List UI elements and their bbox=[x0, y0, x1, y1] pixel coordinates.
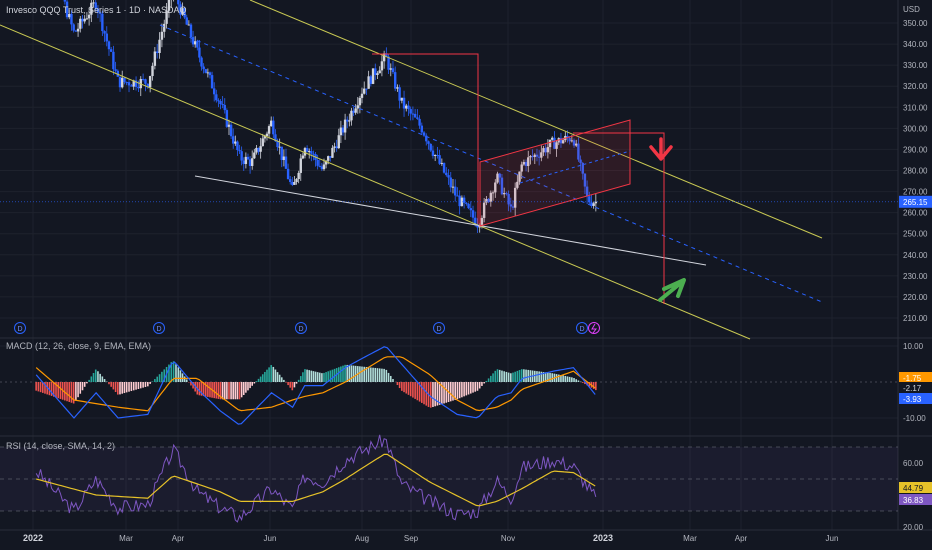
price-tick: 300.00 bbox=[903, 124, 928, 133]
price-tick: 350.00 bbox=[903, 19, 928, 28]
svg-text:D: D bbox=[436, 326, 441, 333]
svg-text:D: D bbox=[298, 326, 303, 333]
last-price-label: 265.15 bbox=[903, 198, 928, 207]
macd-readout: -1.75 bbox=[903, 374, 922, 383]
price-tick: 310.00 bbox=[903, 103, 928, 112]
price-tick: 230.00 bbox=[903, 272, 928, 281]
price-tick: 270.00 bbox=[903, 188, 928, 197]
candle bbox=[225, 108, 229, 128]
time-tick: Aug bbox=[355, 534, 369, 543]
time-tick: Mar bbox=[119, 534, 133, 543]
price-tick: 330.00 bbox=[903, 61, 928, 70]
time-tick: Apr bbox=[735, 534, 748, 543]
macd-readout: -3.93 bbox=[903, 395, 922, 404]
candle bbox=[371, 68, 375, 85]
price-tick: 250.00 bbox=[903, 230, 928, 239]
time-tick: Nov bbox=[501, 534, 515, 543]
price-tick: 320.00 bbox=[903, 82, 928, 91]
candle bbox=[204, 68, 207, 74]
trading-chart[interactable]: D D D D D 210.00 220.00 230.00 240.00 250.00 260.0… bbox=[0, 0, 932, 550]
time-tick: Mar bbox=[683, 534, 697, 543]
price-tick: 260.00 bbox=[903, 209, 928, 218]
price-tick: 210.00 bbox=[903, 314, 928, 323]
macd-tick: -10.00 bbox=[903, 414, 926, 423]
price-tick: 240.00 bbox=[903, 251, 928, 260]
macd-title: MACD (12, 26, close, 9, EMA, EMA) bbox=[6, 341, 152, 351]
svg-text:D: D bbox=[579, 326, 584, 333]
time-tick: Apr bbox=[172, 534, 185, 543]
svg-text:D: D bbox=[17, 326, 22, 333]
time-tick: Sep bbox=[404, 534, 419, 543]
time-tick: 2023 bbox=[593, 533, 613, 543]
rsi-tick: 20.00 bbox=[903, 523, 924, 532]
price-tick: 220.00 bbox=[903, 293, 928, 302]
rsi-readout: 44.79 bbox=[903, 484, 924, 493]
macd-readout: -2.17 bbox=[903, 384, 922, 393]
chart-title: Invesco QQQ Trust, Series 1 · 1D · NASDA… bbox=[6, 5, 187, 15]
rsi-title: RSI (14, close, SMA, 14, 2) bbox=[6, 441, 116, 451]
time-tick: Jun bbox=[826, 534, 839, 543]
rsi-readout: 36.83 bbox=[903, 496, 924, 505]
time-tick: Jun bbox=[264, 534, 277, 543]
rsi-tick: 60.00 bbox=[903, 459, 924, 468]
macd-tick: 10.00 bbox=[903, 342, 924, 351]
price-tick: 340.00 bbox=[903, 40, 928, 49]
price-tick: 280.00 bbox=[903, 167, 928, 176]
candle bbox=[442, 162, 446, 174]
price-axis-unit: USD bbox=[903, 5, 920, 14]
svg-text:D: D bbox=[156, 326, 161, 333]
price-axis: 210.00 220.00 230.00 240.00 250.00 260.00 270.… bbox=[903, 19, 928, 323]
price-tick: 290.00 bbox=[903, 145, 928, 154]
time-tick: 2022 bbox=[23, 533, 43, 543]
